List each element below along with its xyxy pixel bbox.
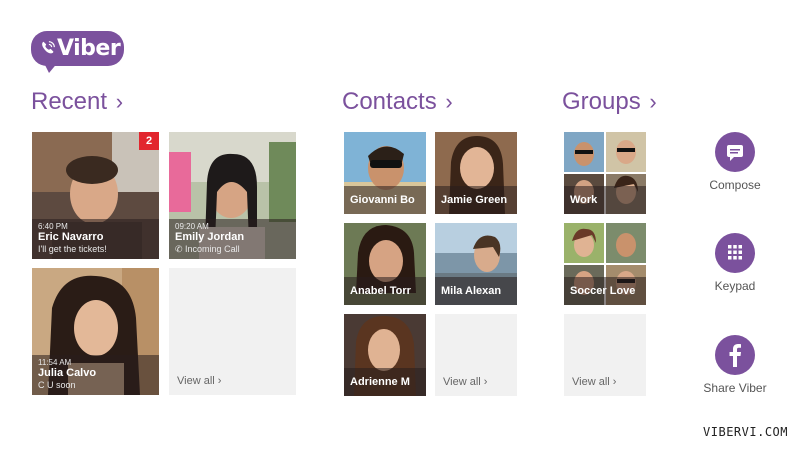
contact-name: Mila Alexan (441, 284, 502, 297)
groups-header[interactable]: Groups › (562, 88, 657, 116)
conversation-caption: 11:54 AM Julia Calvo C U soon (32, 355, 159, 395)
recent-conversation-tile[interactable]: 2 6:40 PM Eric Navarro I'll get the tick… (32, 132, 159, 259)
contact-tile[interactable]: Giovanni Bo (344, 132, 426, 214)
group-caption: Soccer Love (564, 277, 646, 305)
contact-caption: Adrienne M (344, 368, 426, 396)
view-all-link: View all › (572, 376, 617, 388)
recent-conversation-tile[interactable]: 09:20 AM Emily Jordan ✆ Incoming Call (169, 132, 296, 259)
contact-name: Julia Calvo (38, 367, 97, 379)
share-viber-button[interactable]: Share Viber (690, 335, 780, 395)
call-status: ✆ Incoming Call (175, 244, 290, 255)
recent-view-all-tile[interactable]: View all › (169, 268, 296, 395)
recent-header[interactable]: Recent › (31, 88, 123, 116)
phone-icon (42, 41, 55, 54)
groups-view-all-tile[interactable]: View all › (564, 314, 646, 396)
contact-caption: Jamie Green (435, 186, 517, 214)
viber-logo: Viber (31, 31, 124, 75)
group-name: Soccer Love (570, 284, 636, 297)
chevron-right-icon: › (445, 89, 453, 114)
logo-bubble-tail (43, 61, 59, 73)
contact-name: Jamie Green (441, 193, 508, 206)
conversation-caption: 09:20 AM Emily Jordan ✆ Incoming Call (169, 219, 296, 259)
facebook-icon (715, 335, 755, 375)
share-viber-label: Share Viber (703, 381, 767, 395)
contact-name: Giovanni Bo (350, 193, 415, 206)
last-message: I'll get the tickets! (38, 244, 107, 254)
contacts-view-all-tile[interactable]: View all › (435, 314, 517, 396)
contacts-header[interactable]: Contacts › (342, 88, 453, 116)
contact-caption: Anabel Torr (344, 277, 426, 305)
watermark-text: VIBERVI.COM (703, 425, 788, 439)
keypad-button[interactable]: Keypad (690, 233, 780, 293)
contact-name: Adrienne M (350, 375, 410, 388)
contact-tile[interactable]: Adrienne M (344, 314, 426, 396)
view-all-link: View all › (443, 376, 488, 388)
compose-icon (715, 132, 755, 172)
chevron-right-icon: › (649, 89, 657, 114)
contact-name: Eric Navarro (38, 231, 104, 243)
contact-tile[interactable]: Anabel Torr (344, 223, 426, 305)
contact-tile[interactable]: Mila Alexan (435, 223, 517, 305)
incoming-call-icon: ✆ (175, 244, 186, 254)
contact-name: Anabel Torr (350, 284, 411, 297)
call-status-text: Incoming Call (185, 244, 240, 254)
recent-conversation-tile[interactable]: 11:54 AM Julia Calvo C U soon (32, 268, 159, 395)
message-time: 11:54 AM (38, 358, 72, 367)
keypad-icon (715, 233, 755, 273)
contact-tile[interactable]: Jamie Green (435, 132, 517, 214)
contact-name: Emily Jordan (175, 231, 245, 243)
groups-title: Groups (562, 88, 641, 115)
keypad-label: Keypad (714, 279, 756, 293)
group-tile[interactable]: Work (564, 132, 646, 214)
contacts-title: Contacts (342, 88, 437, 115)
message-time: 09:20 AM (175, 222, 209, 231)
view-all-link: View all › (177, 375, 222, 387)
group-name: Work (570, 193, 598, 206)
chevron-right-icon: › (115, 89, 124, 114)
compose-button[interactable]: Compose (690, 132, 780, 192)
last-message: C U soon (38, 380, 76, 390)
group-caption: Work (564, 186, 646, 214)
recent-title: Recent (31, 88, 108, 115)
message-time: 6:40 PM (38, 222, 68, 231)
compose-label: Compose (709, 178, 761, 192)
conversation-caption: 6:40 PM Eric Navarro I'll get the ticket… (32, 219, 159, 259)
logo-wordmark: Viber (57, 36, 121, 61)
group-tile[interactable]: Soccer Love (564, 223, 646, 305)
unread-badge: 2 (139, 132, 159, 150)
contact-caption: Giovanni Bo (344, 186, 426, 214)
contact-caption: Mila Alexan (435, 277, 517, 305)
